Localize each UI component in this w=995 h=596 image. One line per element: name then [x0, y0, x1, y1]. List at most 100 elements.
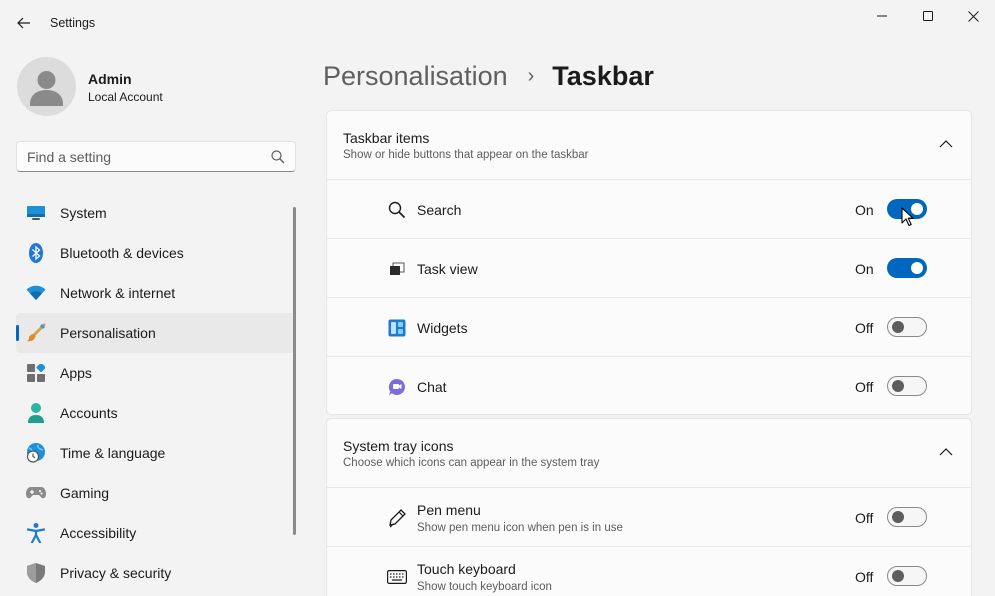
toggle-state-text: Off — [855, 320, 874, 336]
gamepad-icon — [26, 483, 46, 503]
section-subtitle: Choose which icons can appear in the sys… — [343, 457, 600, 469]
setting-row-widgets: Widgets Off — [327, 297, 971, 356]
person-icon — [26, 403, 46, 423]
taskbar-items-section: Taskbar items Show or hide buttons that … — [326, 110, 972, 415]
app-title: Settings — [50, 16, 96, 30]
section-title: System tray icons — [343, 438, 454, 454]
section-title: Taskbar items — [343, 130, 430, 146]
pen-icon — [387, 508, 407, 528]
sidebar-item-time-language[interactable]: Time & language — [16, 433, 296, 473]
setting-row-pen-menu: Pen menu Show pen menu icon when pen is … — [327, 487, 971, 546]
setting-label: Chat — [417, 379, 447, 395]
person-avatar-icon — [30, 71, 63, 106]
sidebar-item-apps[interactable]: Apps — [16, 353, 296, 393]
sidebar-item-network[interactable]: Network & internet — [16, 273, 296, 313]
bluetooth-icon — [26, 243, 46, 263]
sidebar-item-label: Bluetooth & devices — [60, 245, 184, 261]
setting-row-chat: Chat Off — [327, 356, 971, 414]
wifi-icon — [26, 283, 46, 303]
toggle-knob — [911, 262, 923, 274]
account-type: Local Account — [88, 90, 163, 104]
sidebar-item-accounts[interactable]: Accounts — [16, 393, 296, 433]
search-icon — [387, 200, 407, 220]
shield-icon — [26, 563, 46, 583]
setting-label: Pen menu — [417, 502, 481, 518]
toggle-knob — [911, 203, 923, 215]
sidebar-item-label: Time & language — [60, 445, 166, 461]
toggle-knob — [892, 570, 904, 582]
setting-row-task-view: Task view On — [327, 238, 971, 297]
chat-toggle[interactable] — [887, 376, 927, 396]
globe-clock-icon — [26, 443, 46, 463]
toggle-state-text: On — [855, 261, 874, 277]
sidebar-item-label: System — [60, 205, 107, 221]
sidebar-item-label: Accessibility — [60, 525, 137, 541]
toggle-state-text: On — [855, 202, 874, 218]
system-tray-icons-section: System tray icons Choose which icons can… — [326, 418, 972, 596]
breadcrumb-parent-link[interactable]: Personalisation — [323, 61, 508, 92]
search-toggle[interactable] — [887, 199, 927, 219]
setting-row-touch-keyboard: Touch keyboard Show touch keyboard icon … — [327, 546, 971, 596]
toggle-knob — [892, 321, 904, 333]
sidebar-item-label: Network & internet — [60, 285, 176, 301]
avatar[interactable] — [17, 57, 76, 116]
setting-label: Touch keyboard — [417, 561, 516, 577]
monitor-icon — [26, 203, 46, 223]
touch-keyboard-toggle[interactable] — [887, 566, 927, 586]
widgets-toggle[interactable] — [887, 317, 927, 337]
title-bar: Settings — [0, 0, 995, 46]
user-name: Admin — [88, 71, 132, 87]
back-arrow-icon — [17, 17, 30, 29]
search-input[interactable] — [27, 148, 257, 166]
task-view-toggle[interactable] — [887, 258, 927, 278]
toggle-state-text: Off — [855, 510, 874, 526]
minimize-icon — [877, 15, 887, 17]
setting-label: Search — [417, 202, 462, 218]
sidebar-item-privacy-security[interactable]: Privacy & security — [16, 553, 296, 593]
sidebar-item-system[interactable]: System — [16, 193, 296, 233]
chevron-up-icon[interactable] — [939, 447, 953, 457]
minimize-button[interactable] — [859, 0, 905, 32]
back-button[interactable] — [10, 10, 38, 36]
sidebar-scrollbar[interactable] — [293, 207, 296, 535]
keyboard-icon — [387, 567, 407, 587]
sidebar-item-gaming[interactable]: Gaming — [16, 473, 296, 513]
chevron-up-icon[interactable] — [939, 139, 953, 149]
task-view-icon — [387, 259, 407, 279]
chat-icon — [387, 377, 407, 397]
sidebar-item-label: Personalisation — [60, 325, 156, 341]
taskbar-items-header[interactable]: Taskbar items Show or hide buttons that … — [327, 111, 971, 179]
breadcrumb: Personalisation › Taskbar — [323, 58, 654, 94]
setting-description: Show touch keyboard icon — [417, 581, 552, 593]
sidebar-item-accessibility[interactable]: Accessibility — [16, 513, 296, 553]
sidebar-item-label: Gaming — [60, 485, 110, 501]
paintbrush-icon — [26, 323, 46, 343]
system-tray-icons-header[interactable]: System tray icons Choose which icons can… — [327, 419, 971, 487]
sidebar-item-personalisation[interactable]: Personalisation — [16, 313, 296, 353]
maximize-icon — [923, 11, 933, 21]
sidebar-item-bluetooth[interactable]: Bluetooth & devices — [16, 233, 296, 273]
toggle-state-text: Off — [855, 569, 874, 585]
sidebar-item-label: Accounts — [60, 405, 118, 421]
accessibility-icon — [26, 523, 46, 543]
close-icon — [967, 10, 979, 22]
maximize-button[interactable] — [905, 0, 951, 32]
sidebar-item-label: Privacy & security — [60, 565, 172, 581]
setting-label: Task view — [417, 261, 478, 277]
breadcrumb-separator: › — [527, 64, 535, 87]
page-title: Taskbar — [552, 60, 654, 91]
section-subtitle: Show or hide buttons that appear on the … — [343, 149, 589, 161]
search-box[interactable] — [16, 141, 296, 172]
pen-menu-toggle[interactable] — [887, 507, 927, 527]
apps-icon — [26, 363, 46, 383]
search-icon[interactable] — [270, 149, 286, 165]
sidebar-item-label: Apps — [60, 365, 92, 381]
setting-description: Show pen menu icon when pen is in use — [417, 522, 623, 534]
close-button[interactable] — [950, 0, 995, 32]
setting-row-search: Search On — [327, 179, 971, 238]
toggle-state-text: Off — [855, 379, 874, 395]
toggle-knob — [892, 511, 904, 523]
sidebar-nav: System Bluetooth & devices Network & int… — [16, 193, 296, 593]
widgets-icon — [387, 318, 407, 338]
setting-label: Widgets — [417, 320, 468, 336]
